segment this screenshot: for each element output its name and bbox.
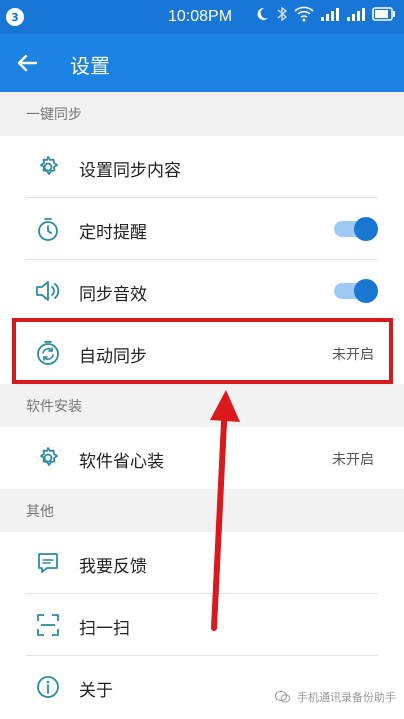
arrow-left-icon [17,54,38,72]
settings-row-label: 软件省心装 [79,452,164,472]
status-bar: 3 10:08PM [0,0,404,34]
settings-row-label: 我要反馈 [79,557,147,577]
settings-row-label: 扫一扫 [79,619,130,639]
info-icon [34,673,62,701]
section-header-install: 软件安装 [0,384,404,428]
settings-row-feedback[interactable]: 我要反馈 [0,532,404,594]
signal-icon-2 [347,8,365,21]
section-header-sync: 一键同步 [0,92,404,136]
signal-icon-1 [321,8,339,21]
scan-icon [34,611,62,639]
wechat-icon [275,691,291,703]
stopwatch-icon [34,215,62,243]
bluetooth-icon [277,6,288,22]
moon-icon [257,7,268,20]
software-install-status: 未开启 [332,452,374,468]
section-header-other: 其他 [0,489,404,533]
battery-icon [372,7,395,21]
status-icons [254,6,396,22]
settings-row-label: 定时提醒 [79,223,147,243]
back-button[interactable] [10,46,44,80]
speaker-icon [34,277,62,305]
settings-row-about[interactable]: 关于 [0,656,404,719]
toggle-knob [354,217,378,241]
gear-icon [34,444,62,472]
wifi-icon [294,6,314,22]
settings-row-sync-sound[interactable]: 同步音效 [0,260,404,322]
watermark: 手机通讯录备份助手 [275,689,396,705]
settings-row-software-install[interactable]: 软件省心装 未开启 [0,427,404,489]
status-time: 10:08PM [168,8,233,25]
notification-badge: 3 [6,8,24,26]
settings-row-sync-content[interactable]: 设置同步内容 [0,136,404,198]
settings-row-label: 同步音效 [79,285,147,305]
timed-reminder-toggle[interactable] [330,217,378,241]
gear-icon [34,153,62,181]
settings-row-label: 设置同步内容 [79,161,181,181]
settings-row-timed-reminder[interactable]: 定时提醒 [0,198,404,260]
page-title: 设置 [70,54,110,78]
toggle-knob [354,279,378,303]
settings-row-label: 关于 [79,681,113,701]
settings-row-scan[interactable]: 扫一扫 [0,594,404,656]
watermark-text: 手机通讯录备份助手 [297,691,396,704]
chat-bubble-icon [34,549,62,577]
highlight-box [12,318,393,384]
app-bar: 设置 [0,34,404,92]
sync-sound-toggle[interactable] [330,279,378,303]
